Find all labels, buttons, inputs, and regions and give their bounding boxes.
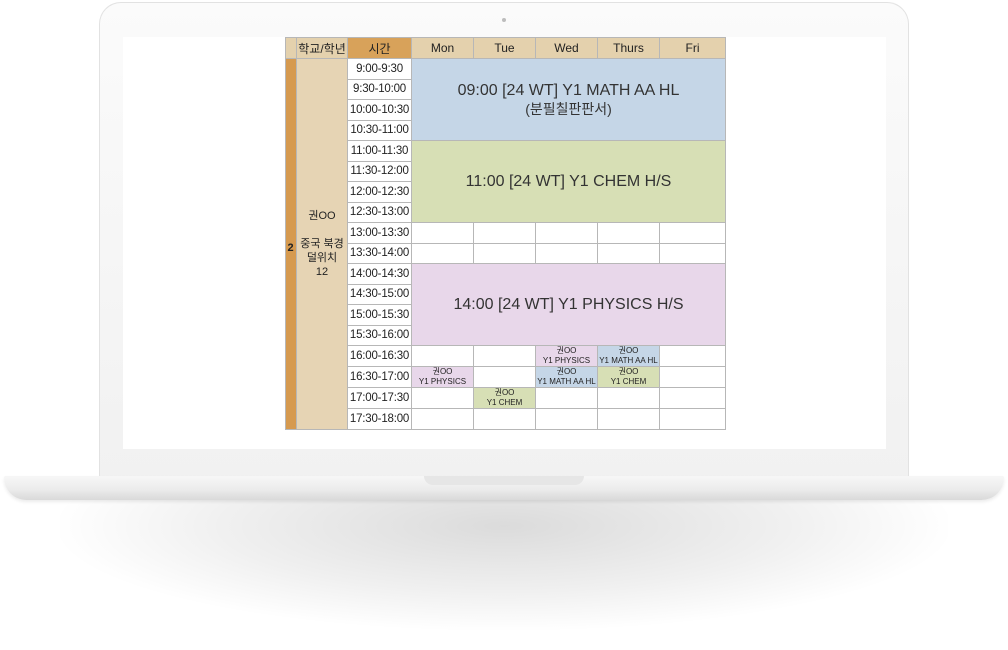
time-row: 13:00-13:30 bbox=[286, 222, 726, 244]
header-time: 시간 bbox=[347, 37, 412, 59]
laptop-shadow bbox=[60, 500, 948, 630]
empty-cell[interactable] bbox=[411, 222, 474, 244]
session-mon-1630[interactable]: 권OO Y1 PHYSICS bbox=[411, 366, 474, 388]
time-slot: 14:00-14:30 bbox=[347, 263, 412, 285]
session-subject: Y1 CHEM bbox=[610, 377, 647, 386]
header-day-fri: Fri bbox=[659, 37, 726, 59]
time-slot: 13:00-13:30 bbox=[347, 222, 412, 244]
empty-cell[interactable] bbox=[473, 366, 536, 388]
time-slot: 10:30-11:00 bbox=[347, 119, 412, 141]
time-row: 13:30-14:00 bbox=[286, 242, 726, 264]
empty-cell[interactable] bbox=[659, 408, 726, 430]
header-day-thurs: Thurs bbox=[597, 37, 660, 59]
session-thu-1600[interactable]: 권OO Y1 MATH AA HL bbox=[597, 345, 660, 367]
time-slot: 15:00-15:30 bbox=[347, 304, 412, 326]
header-day-mon: Mon bbox=[411, 37, 474, 59]
session-subject: Y1 PHYSICS bbox=[418, 377, 467, 386]
empty-cell[interactable] bbox=[473, 242, 536, 264]
time-slot: 11:30-12:00 bbox=[347, 160, 412, 182]
empty-cell[interactable] bbox=[597, 387, 660, 409]
empty-cell[interactable] bbox=[659, 366, 726, 388]
student-school: 중국 북경 덜위치 bbox=[300, 237, 344, 264]
empty-cell[interactable] bbox=[535, 242, 598, 264]
time-slot: 12:00-12:30 bbox=[347, 181, 412, 203]
empty-cell[interactable] bbox=[411, 408, 474, 430]
session-name: 권OO bbox=[618, 346, 639, 356]
empty-cell[interactable] bbox=[535, 387, 598, 409]
session-tue-1700[interactable]: 권OO Y1 CHEM bbox=[473, 387, 536, 409]
empty-cell[interactable] bbox=[659, 387, 726, 409]
time-slot: 16:00-16:30 bbox=[347, 345, 412, 367]
time-slot: 17:30-18:00 bbox=[347, 408, 412, 430]
camera-dot bbox=[502, 18, 506, 22]
time-slot: 9:00-9:30 bbox=[347, 58, 412, 80]
time-row: 16:00-16:30 권OO Y1 PHYSICS 권OO Y1 MATH A… bbox=[286, 345, 726, 367]
timetable: 학교/학년 시간 Mon Tue Wed Thurs Fri 권OO 중국 북경… bbox=[285, 37, 726, 449]
laptop-base-notch bbox=[424, 476, 584, 485]
header-school-grade: 학교/학년 bbox=[296, 37, 348, 59]
time-slot: 15:30-16:00 bbox=[347, 324, 412, 346]
student-name: 권OO bbox=[308, 209, 336, 222]
empty-cell[interactable] bbox=[659, 242, 726, 264]
empty-cell[interactable] bbox=[597, 222, 660, 244]
time-row: 권OO 중국 북경 덜위치 12 9:00-9:30 09:00 [24 WT]… bbox=[285, 58, 726, 430]
empty-cell[interactable] bbox=[411, 242, 474, 264]
session-subject: Y1 PHYSICS bbox=[542, 356, 591, 365]
session-subject: Y1 MATH AA HL bbox=[599, 356, 658, 365]
time-slot: 12:30-13:00 bbox=[347, 201, 412, 223]
header-day-wed: Wed bbox=[535, 37, 598, 59]
time-slot: 14:30-15:00 bbox=[347, 283, 412, 305]
empty-cell[interactable] bbox=[473, 222, 536, 244]
laptop-screen: 학교/학년 시간 Mon Tue Wed Thurs Fri 권OO 중국 북경… bbox=[123, 37, 886, 449]
time-slot: 13:30-14:00 bbox=[347, 242, 412, 264]
session-subject: Y1 CHEM bbox=[486, 398, 523, 407]
time-slot: 16:30-17:00 bbox=[347, 366, 412, 388]
time-slot: 9:30-10:00 bbox=[347, 78, 412, 100]
time-slot: 11:00-11:30 bbox=[347, 140, 412, 162]
empty-cell[interactable] bbox=[411, 387, 474, 409]
time-row: 11:00-11:30 11:00 [24 WT] Y1 CHEM H/S bbox=[286, 140, 726, 223]
session-wed-1630[interactable]: 권OO Y1 MATH AA HL bbox=[535, 366, 598, 388]
time-row: 16:30-17:00 권OO Y1 PHYSICS 권OO Y1 MATH A… bbox=[286, 366, 726, 388]
time-row: 17:00-17:30 권OO Y1 CHEM bbox=[286, 387, 726, 409]
math-block-subtitle: (분필칠판판서) bbox=[525, 100, 612, 117]
empty-cell[interactable] bbox=[411, 345, 474, 367]
timetable-grid: 학교/학년 시간 Mon Tue Wed Thurs Fri 권OO 중국 북경… bbox=[285, 37, 726, 430]
empty-cell[interactable] bbox=[659, 345, 726, 367]
empty-cell[interactable] bbox=[473, 345, 536, 367]
physics-block[interactable]: 14:00 [24 WT] Y1 PHYSICS H/S bbox=[411, 263, 726, 346]
student-info-cell: 권OO 중국 북경 덜위치 12 bbox=[296, 58, 348, 430]
session-name: 권OO bbox=[494, 388, 515, 398]
chem-block[interactable]: 11:00 [24 WT] Y1 CHEM H/S bbox=[411, 140, 726, 223]
time-slot: 17:00-17:30 bbox=[347, 387, 412, 409]
session-name: 권OO bbox=[556, 346, 577, 356]
header-day-tue: Tue bbox=[473, 37, 536, 59]
time-row: 14:00-14:30 14:00 [24 WT] Y1 PHYSICS H/S bbox=[286, 263, 726, 346]
empty-cell[interactable] bbox=[597, 242, 660, 264]
session-thu-1630[interactable]: 권OO Y1 CHEM bbox=[597, 366, 660, 388]
session-name: 권OO bbox=[618, 367, 639, 377]
empty-cell[interactable] bbox=[535, 222, 598, 244]
empty-cell[interactable] bbox=[473, 408, 536, 430]
session-name: 권OO bbox=[432, 367, 453, 377]
session-name: 권OO bbox=[556, 367, 577, 377]
math-block-title: 09:00 [24 WT] Y1 MATH AA HL bbox=[457, 81, 680, 99]
session-wed-1600[interactable]: 권OO Y1 PHYSICS bbox=[535, 345, 598, 367]
empty-cell[interactable] bbox=[659, 222, 726, 244]
empty-cell[interactable] bbox=[535, 408, 598, 430]
student-grade: 12 bbox=[315, 265, 329, 278]
time-slot: 10:00-10:30 bbox=[347, 99, 412, 121]
header-strip bbox=[285, 37, 297, 59]
empty-cell[interactable] bbox=[597, 408, 660, 430]
session-subject: Y1 MATH AA HL bbox=[537, 377, 596, 386]
math-block[interactable]: 09:00 [24 WT] Y1 MATH AA HL (분필칠판판서) bbox=[411, 58, 726, 141]
header-row: 학교/학년 시간 Mon Tue Wed Thurs Fri bbox=[285, 37, 726, 59]
student-number: 2 bbox=[287, 242, 294, 254]
time-row: 17:30-18:00 bbox=[286, 408, 726, 430]
